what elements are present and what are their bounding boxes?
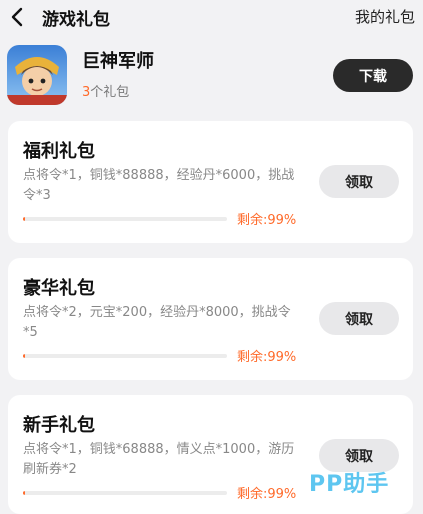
remaining-progress-bar [23, 354, 227, 358]
gift-description: 点将令*1，铜钱*88888，经验丹*6000，挑战令*3 [23, 168, 295, 203]
download-button[interactable]: 下载 [333, 59, 413, 92]
remaining-label: 剩余:99% [237, 350, 297, 365]
remaining-progress-fill [23, 217, 26, 221]
page-title: 游戏礼包 [42, 10, 110, 30]
claim-button[interactable]: 领取 [319, 165, 399, 198]
gift-card-welfare: 福利礼包 点将令*1，铜钱*88888，经验丹*6000，挑战令*3 剩余:99… [8, 121, 413, 243]
gift-description: 点将令*1，铜钱*68888，情义点*1000，游历刷新券*2 [23, 442, 295, 477]
gift-title: 新手礼包 [23, 415, 95, 436]
remaining-progress-fill [23, 354, 26, 358]
top-bar: 游戏礼包 我的礼包 [0, 0, 423, 34]
my-gifts-link[interactable]: 我的礼包 [355, 6, 415, 27]
gift-count-suffix: 个礼包 [90, 85, 130, 100]
gift-title: 豪华礼包 [23, 278, 95, 299]
remaining-label: 剩余:99% [237, 487, 297, 502]
remaining-progress-bar [23, 217, 227, 221]
remaining-progress-bar [23, 491, 227, 495]
remaining-progress-fill [23, 491, 26, 495]
remaining-label: 剩余:99% [237, 213, 297, 228]
gift-count: 3个礼包 [82, 81, 129, 100]
gift-title: 福利礼包 [23, 141, 95, 162]
app-name: 巨神军师 [82, 51, 154, 72]
app-icon [7, 45, 67, 105]
pp-assistant-watermark: PP助手 [309, 472, 390, 497]
gift-description: 点将令*2，元宝*200，经验丹*8000，挑战令*5 [23, 305, 291, 340]
claim-button[interactable]: 领取 [319, 302, 399, 335]
gift-card-deluxe: 豪华礼包 点将令*2，元宝*200，经验丹*8000，挑战令*5 剩余:99% … [8, 258, 413, 380]
chevron-left-icon[interactable] [9, 7, 25, 27]
